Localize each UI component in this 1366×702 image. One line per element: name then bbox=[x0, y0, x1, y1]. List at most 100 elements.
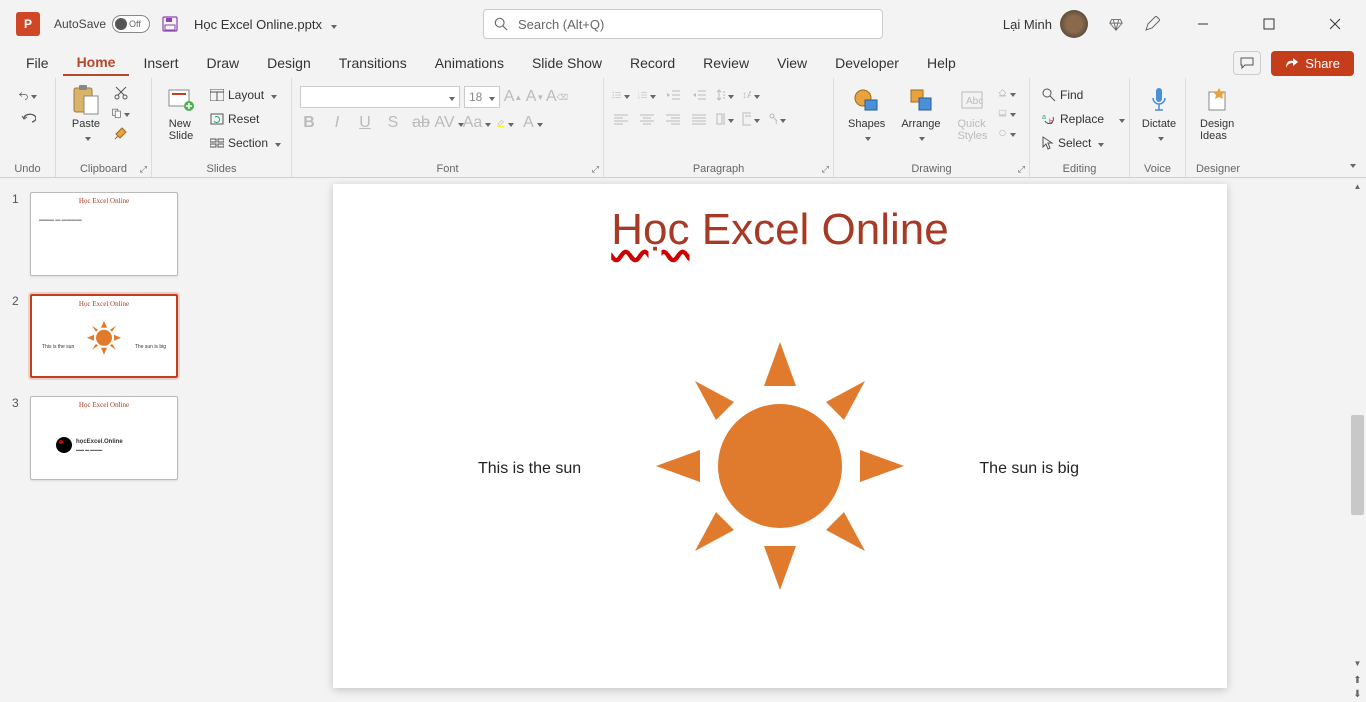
autosave-switch[interactable]: Off bbox=[112, 15, 150, 33]
shapes-button[interactable]: Shapes bbox=[842, 82, 891, 146]
format-painter-button[interactable] bbox=[112, 124, 130, 142]
bullets-button[interactable] bbox=[612, 86, 630, 104]
user-account[interactable]: Lại Minh bbox=[1003, 10, 1088, 38]
scroll-track[interactable] bbox=[1349, 195, 1366, 655]
design-ideas-button[interactable]: Design Ideas bbox=[1194, 82, 1240, 144]
group-paragraph-label: Paragraph⤢ bbox=[612, 163, 825, 175]
numbering-button[interactable]: 123 bbox=[638, 86, 656, 104]
tab-record[interactable]: Record bbox=[616, 51, 689, 75]
slide-text-left[interactable]: This is the sun bbox=[478, 460, 581, 478]
slide-canvas[interactable]: Học Excel Online T bbox=[333, 184, 1227, 688]
tab-slideshow[interactable]: Slide Show bbox=[518, 51, 616, 75]
bold-button[interactable]: B bbox=[300, 114, 318, 132]
align-center-button[interactable] bbox=[638, 110, 656, 128]
section-button[interactable]: Section bbox=[206, 132, 285, 154]
tab-transitions[interactable]: Transitions bbox=[325, 51, 421, 75]
align-right-button[interactable] bbox=[664, 110, 682, 128]
char-spacing-button[interactable]: AV bbox=[440, 114, 458, 132]
ribbon-collapse-button[interactable] bbox=[1347, 159, 1356, 171]
shape-outline-button[interactable] bbox=[998, 104, 1016, 122]
highlight-button[interactable] bbox=[496, 114, 514, 132]
sun-shape[interactable] bbox=[650, 336, 910, 596]
dictate-button[interactable]: Dictate bbox=[1138, 82, 1180, 146]
font-launcher[interactable]: ⤢ bbox=[592, 164, 599, 175]
new-slide-button[interactable]: New Slide bbox=[160, 82, 202, 144]
tab-draw[interactable]: Draw bbox=[192, 51, 253, 75]
filename[interactable]: Học Excel Online.pptx bbox=[194, 17, 337, 32]
paste-icon bbox=[70, 84, 102, 116]
drawing-launcher[interactable]: ⤢ bbox=[1018, 164, 1025, 175]
slide-text-right[interactable]: The sun is big bbox=[979, 460, 1079, 478]
filename-dropdown-icon[interactable] bbox=[328, 17, 337, 32]
tab-view[interactable]: View bbox=[763, 51, 821, 75]
scroll-down-button[interactable]: ▼ bbox=[1349, 655, 1366, 672]
underline-button[interactable]: U bbox=[356, 114, 374, 132]
font-size-combo[interactable]: 18 bbox=[464, 86, 500, 108]
clipboard-launcher[interactable]: ⤢ bbox=[140, 164, 147, 175]
tab-home[interactable]: Home bbox=[63, 50, 130, 76]
change-case-button[interactable]: Aa bbox=[468, 114, 486, 132]
clear-formatting-button[interactable]: A⌫ bbox=[548, 88, 566, 106]
tab-help[interactable]: Help bbox=[913, 51, 970, 75]
vertical-scrollbar[interactable]: ▲ ▼ ⬆ ⬇ bbox=[1349, 178, 1366, 702]
slide-thumbnail-2[interactable]: Học Excel Online This is the sun The sun… bbox=[30, 294, 178, 378]
prev-slide-button[interactable]: ⬆ bbox=[1351, 674, 1365, 686]
decrease-font-button[interactable]: A▼ bbox=[526, 88, 544, 106]
pen-icon[interactable] bbox=[1144, 16, 1160, 32]
copy-button[interactable] bbox=[112, 104, 130, 122]
italic-button[interactable]: I bbox=[328, 114, 346, 132]
font-name-combo[interactable] bbox=[300, 86, 460, 108]
autosave-toggle-group[interactable]: AutoSave Off bbox=[54, 15, 150, 33]
share-button[interactable]: Share bbox=[1271, 51, 1354, 76]
paste-button[interactable]: Paste bbox=[64, 82, 108, 146]
maximize-button[interactable] bbox=[1246, 8, 1292, 40]
redo-button[interactable] bbox=[19, 110, 37, 128]
line-spacing-button[interactable] bbox=[716, 86, 734, 104]
increase-indent-button[interactable] bbox=[690, 86, 708, 104]
cut-button[interactable] bbox=[112, 84, 130, 102]
shadow-button[interactable]: S bbox=[384, 114, 402, 132]
increase-font-button[interactable]: A▲ bbox=[504, 88, 522, 106]
smartart-button[interactable] bbox=[768, 110, 786, 128]
select-button[interactable]: Select bbox=[1038, 132, 1108, 154]
reset-button[interactable]: Reset bbox=[206, 108, 285, 130]
tab-insert[interactable]: Insert bbox=[129, 51, 192, 75]
scroll-up-button[interactable]: ▲ bbox=[1349, 178, 1366, 195]
tab-developer[interactable]: Developer bbox=[821, 51, 913, 75]
undo-button[interactable] bbox=[19, 86, 37, 104]
minimize-button[interactable] bbox=[1180, 8, 1226, 40]
comments-button[interactable] bbox=[1233, 51, 1261, 75]
layout-button[interactable]: Layout bbox=[206, 84, 285, 106]
justify-button[interactable] bbox=[690, 110, 708, 128]
tab-animations[interactable]: Animations bbox=[421, 51, 518, 75]
diamond-icon[interactable] bbox=[1108, 16, 1124, 32]
find-button[interactable]: Find bbox=[1038, 84, 1087, 106]
quick-styles-button[interactable]: AbcQuick Styles bbox=[950, 82, 994, 144]
group-undo-label: Undo bbox=[8, 163, 47, 175]
shape-effects-button[interactable] bbox=[998, 124, 1016, 142]
text-direction-button[interactable]: ↕A bbox=[742, 86, 760, 104]
decrease-indent-button[interactable] bbox=[664, 86, 682, 104]
thumb-row-2: 2 Học Excel Online This is the sun The s… bbox=[12, 294, 196, 378]
columns-button[interactable] bbox=[716, 110, 734, 128]
slide-title[interactable]: Học Excel Online bbox=[333, 184, 1227, 255]
slide-thumbnail-3[interactable]: Học Excel Online họcExcel.Online ▬▬ ▬ ▬▬… bbox=[30, 396, 178, 480]
slide-editor[interactable]: Học Excel Online T bbox=[208, 178, 1366, 702]
save-icon[interactable] bbox=[162, 16, 178, 32]
tab-design[interactable]: Design bbox=[253, 51, 325, 75]
search-box[interactable]: Search (Alt+Q) bbox=[483, 9, 883, 39]
arrange-button[interactable]: Arrange bbox=[895, 82, 946, 146]
font-color-button[interactable]: A bbox=[524, 114, 542, 132]
shape-fill-button[interactable] bbox=[998, 84, 1016, 102]
slide-thumbnail-1[interactable]: Học Excel Online ▬▬▬ ▬ ▬▬▬▬ bbox=[30, 192, 178, 276]
scroll-thumb[interactable] bbox=[1351, 415, 1364, 515]
tab-review[interactable]: Review bbox=[689, 51, 763, 75]
paragraph-launcher[interactable]: ⤢ bbox=[822, 164, 829, 175]
next-slide-button[interactable]: ⬇ bbox=[1351, 688, 1365, 700]
align-left-button[interactable] bbox=[612, 110, 630, 128]
replace-button[interactable]: abReplace bbox=[1038, 108, 1129, 130]
align-text-button[interactable] bbox=[742, 110, 760, 128]
strikethrough-button[interactable]: ab bbox=[412, 114, 430, 132]
tab-file[interactable]: File bbox=[12, 51, 63, 75]
close-button[interactable] bbox=[1312, 8, 1358, 40]
